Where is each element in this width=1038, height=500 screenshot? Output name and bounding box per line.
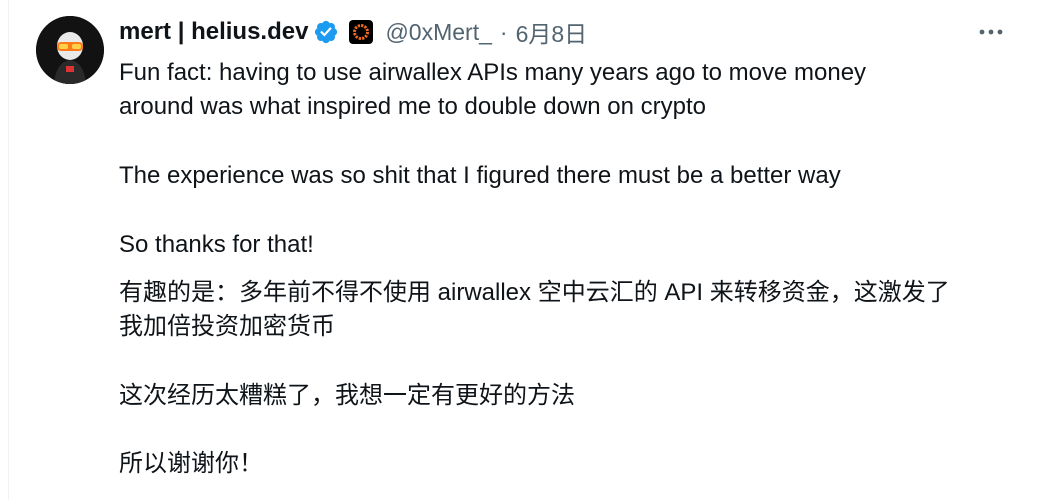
translation-paragraph-3: 所以谢谢你！ bbox=[119, 450, 263, 477]
verified-badge-icon[interactable] bbox=[313, 19, 339, 45]
translation-paragraph-1: 有趣的是：多年前不得不使用 airwallex 空中云汇的 API 来转移资金，… bbox=[119, 276, 1019, 344]
tweet-card[interactable]: mert | helius.dev @0xMert_ · 6月8日 Fun fa… bbox=[8, 0, 1038, 500]
separator-dot: · bbox=[499, 18, 508, 45]
tweet-text-paragraph-3: So thanks for that! bbox=[119, 231, 314, 258]
tweet-text-paragraph-2: The experience was so shit that I figure… bbox=[119, 162, 841, 189]
display-name[interactable]: mert | helius.dev bbox=[119, 18, 308, 46]
avatar[interactable] bbox=[36, 16, 104, 84]
tweet-text-paragraph-1: Fun fact: having to use airwallex APIs m… bbox=[119, 56, 1019, 124]
helius-logo-icon[interactable] bbox=[349, 20, 374, 44]
more-dots-icon[interactable] bbox=[975, 18, 1007, 46]
avatar-image bbox=[36, 16, 104, 84]
text-line: Fun fact: having to use airwallex APIs m… bbox=[119, 59, 867, 86]
user-handle[interactable]: @0xMert_ bbox=[385, 19, 491, 46]
text-line: 我加倍投资加密货币 bbox=[119, 313, 335, 340]
tweet-date[interactable]: 6月8日 bbox=[516, 15, 588, 49]
text-line: 有趣的是：多年前不得不使用 airwallex 空中云汇的 API 来转移资金，… bbox=[119, 279, 950, 306]
translation-paragraph-2: 这次经历太糟糕了，我想一定有更好的方法 bbox=[119, 382, 575, 409]
text-line: around was what inspired me to double do… bbox=[119, 93, 707, 120]
tweet-header: mert | helius.dev @0xMert_ · 6月8日 bbox=[119, 14, 587, 50]
